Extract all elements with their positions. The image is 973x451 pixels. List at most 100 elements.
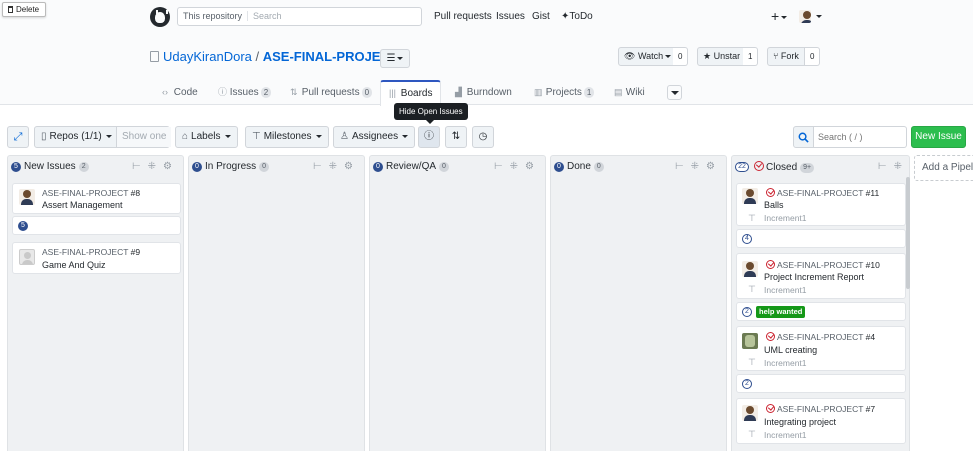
search-button[interactable] xyxy=(793,126,814,148)
nav-issues[interactable]: Issues xyxy=(496,11,525,22)
board-search-input[interactable] xyxy=(814,126,907,148)
issue-card[interactable]: ASE-FINAL-PROJECT #9 Game And Quiz xyxy=(12,242,181,274)
trash-icon xyxy=(8,6,13,13)
pipeline-title: Closed 9+ xyxy=(754,161,815,173)
list-icon: ☰ xyxy=(386,53,396,64)
issue-repo: ASE-FINAL-PROJECT #8 xyxy=(42,188,141,198)
create-new-button[interactable]: + xyxy=(771,8,788,24)
pipeline-count: 0 xyxy=(259,162,270,172)
github-logo-icon[interactable] xyxy=(150,7,170,27)
pipeline-new-issues: 5 New Issues 2 ⊢⁜⚙ ASE-FINAL-PROJECT #8 A… xyxy=(7,155,184,451)
pipeline-tools[interactable]: ⊢⁜⚙ xyxy=(132,161,179,172)
watch-button[interactable]: 👁︎ Watch xyxy=(618,47,678,66)
avatar xyxy=(19,249,35,265)
avatar xyxy=(742,188,758,204)
issue-repo: ASE-FINAL-PROJECT #9 xyxy=(42,247,141,257)
show-one-button[interactable]: Show one xyxy=(116,127,172,147)
avatar xyxy=(742,333,758,349)
milestone-icon: ⊤ xyxy=(748,357,756,367)
chevron-down-icon xyxy=(105,134,112,138)
issue-card[interactable]: ASE-FINAL-PROJECT #4 UML creating ⊤ Incr… xyxy=(736,326,906,371)
issue-milestone: Increment1 xyxy=(764,213,807,223)
delete-button[interactable]: Delete xyxy=(2,2,47,17)
more-tabs-button[interactable] xyxy=(667,85,682,100)
issue-card[interactable]: ASE-FINAL-PROJECT #8 Assert Management xyxy=(12,183,181,214)
repo-icon: ▯ xyxy=(41,131,47,142)
repo-menu-button[interactable]: ☰ xyxy=(380,49,410,68)
star-icon: ★ xyxy=(703,51,714,61)
nav-todo[interactable]: ✦ToDo xyxy=(561,11,593,22)
milestones-filter-button[interactable]: ⊤ Milestones xyxy=(245,126,329,148)
pipeline-scrollbar[interactable] xyxy=(906,177,910,289)
toggle-closed-issues-button[interactable]: ◷ xyxy=(472,126,494,148)
issue-card[interactable]: ASE-FINAL-PROJECT #11 Balls ⊤ Increment1 xyxy=(736,183,906,226)
hide-open-issues-button[interactable]: ⓘ xyxy=(418,126,440,148)
pipeline-tools[interactable]: ⊢⁜⚙ xyxy=(313,161,360,172)
assignees-filter-button[interactable]: ♙ Assignees xyxy=(333,126,416,148)
tab-pull-requests[interactable]: ⇅ Pull requests 0 xyxy=(290,80,373,105)
fork-count[interactable]: 0 xyxy=(805,47,821,66)
pipeline-closed: 22 Closed 9+ ⊢⁜ ASE-FINAL-PROJECT #11 Bal… xyxy=(731,155,910,451)
pipeline-title: Done 0 xyxy=(567,161,604,172)
new-issue-button[interactable]: New Issue xyxy=(911,126,966,148)
pr-icon: ⇅ xyxy=(290,87,298,97)
labels-filter-button[interactable]: ⌂ Labels xyxy=(175,126,238,148)
board-search xyxy=(793,126,907,148)
tab-projects[interactable]: ▥ Projects 1 xyxy=(534,80,595,105)
nav-pull-requests[interactable]: Pull requests xyxy=(434,11,492,22)
add-pipeline-button[interactable]: Add a Pipeline xyxy=(914,155,973,181)
unstar-button[interactable]: ★ Unstar xyxy=(697,47,747,66)
chevron-down-icon xyxy=(397,56,404,60)
toggle-pull-requests-button[interactable]: ⇅ xyxy=(445,126,467,148)
pipeline-tools[interactable]: ⊢⁜⚙ xyxy=(675,161,722,172)
tab-wiki[interactable]: ▤ Wiki xyxy=(614,80,645,105)
global-search-input[interactable]: This repository Search xyxy=(177,7,422,26)
issue-card-footer: 2 help wanted xyxy=(736,302,906,321)
repo-owner-link[interactable]: UdayKiranDora xyxy=(163,49,252,64)
tab-issues[interactable]: ⓘ Issues 2 xyxy=(218,80,272,105)
issue-repo: ASE-FINAL-PROJECT #7 xyxy=(777,404,876,414)
avatar xyxy=(19,189,35,205)
avatar xyxy=(742,405,758,421)
pipeline-count: 0 xyxy=(593,162,604,172)
pipeline-header: 0 In Progress 0 ⊢⁜⚙ xyxy=(189,156,364,178)
issue-milestone: Increment1 xyxy=(764,285,807,295)
milestone-icon: ⊤ xyxy=(748,429,756,439)
estimate-badge[interactable]: 2 xyxy=(742,379,752,389)
person-icon: ♙ xyxy=(340,131,349,142)
search-placeholder: Search xyxy=(253,11,282,21)
avatar xyxy=(799,10,811,23)
expand-button[interactable]: ⤢ xyxy=(7,126,29,148)
issue-card[interactable]: ASE-FINAL-PROJECT #10 Project Increment … xyxy=(736,253,906,299)
issue-title: Balls xyxy=(764,200,784,210)
issue-icon: ⓘ xyxy=(218,87,228,97)
tab-code[interactable]: ‹› Code xyxy=(162,80,198,105)
pipeline-header: 22 Closed 9+ ⊢⁜ xyxy=(732,156,909,178)
issue-closed-icon: ◷ xyxy=(478,131,488,142)
pipeline-tools[interactable]: ⊢⁜⚙ xyxy=(494,161,541,172)
issue-closed-icon xyxy=(766,332,777,343)
watch-count[interactable]: 0 xyxy=(673,47,689,66)
pipeline-in-progress: 0 In Progress 0 ⊢⁜⚙ xyxy=(188,155,365,451)
issue-closed-icon xyxy=(766,260,777,271)
chevron-down-icon xyxy=(665,55,672,59)
estimate-badge[interactable]: 2 xyxy=(742,307,752,317)
issue-card[interactable]: ASE-FINAL-PROJECT #7 Integrating project… xyxy=(736,398,906,444)
label-help-wanted[interactable]: help wanted xyxy=(756,306,806,318)
tab-burndown[interactable]: ▟ Burndown xyxy=(455,80,512,105)
nav-gist[interactable]: Gist xyxy=(532,11,550,22)
fork-button[interactable]: ⑂ Fork xyxy=(767,47,805,66)
projects-count: 1 xyxy=(583,87,595,98)
project-icon: ▥ xyxy=(534,87,543,97)
repo-icon xyxy=(150,51,159,62)
eye-icon: 👁︎ xyxy=(624,51,638,61)
issue-title: Project Increment Report xyxy=(764,272,865,282)
pipeline-header: 0 Review/QA 0 ⊢⁜⚙ xyxy=(370,156,545,178)
star-count[interactable]: 1 xyxy=(743,47,759,66)
pipeline-tools[interactable]: ⊢⁜ xyxy=(878,161,909,172)
estimate-badge[interactable]: 4 xyxy=(742,234,752,244)
issue-repo: ASE-FINAL-PROJECT #11 xyxy=(777,188,880,198)
user-menu-avatar[interactable] xyxy=(799,10,822,23)
estimate-badge[interactable]: 5 xyxy=(18,221,28,231)
repo-name-link[interactable]: ASE-FINAL-PROJECT xyxy=(263,49,398,64)
